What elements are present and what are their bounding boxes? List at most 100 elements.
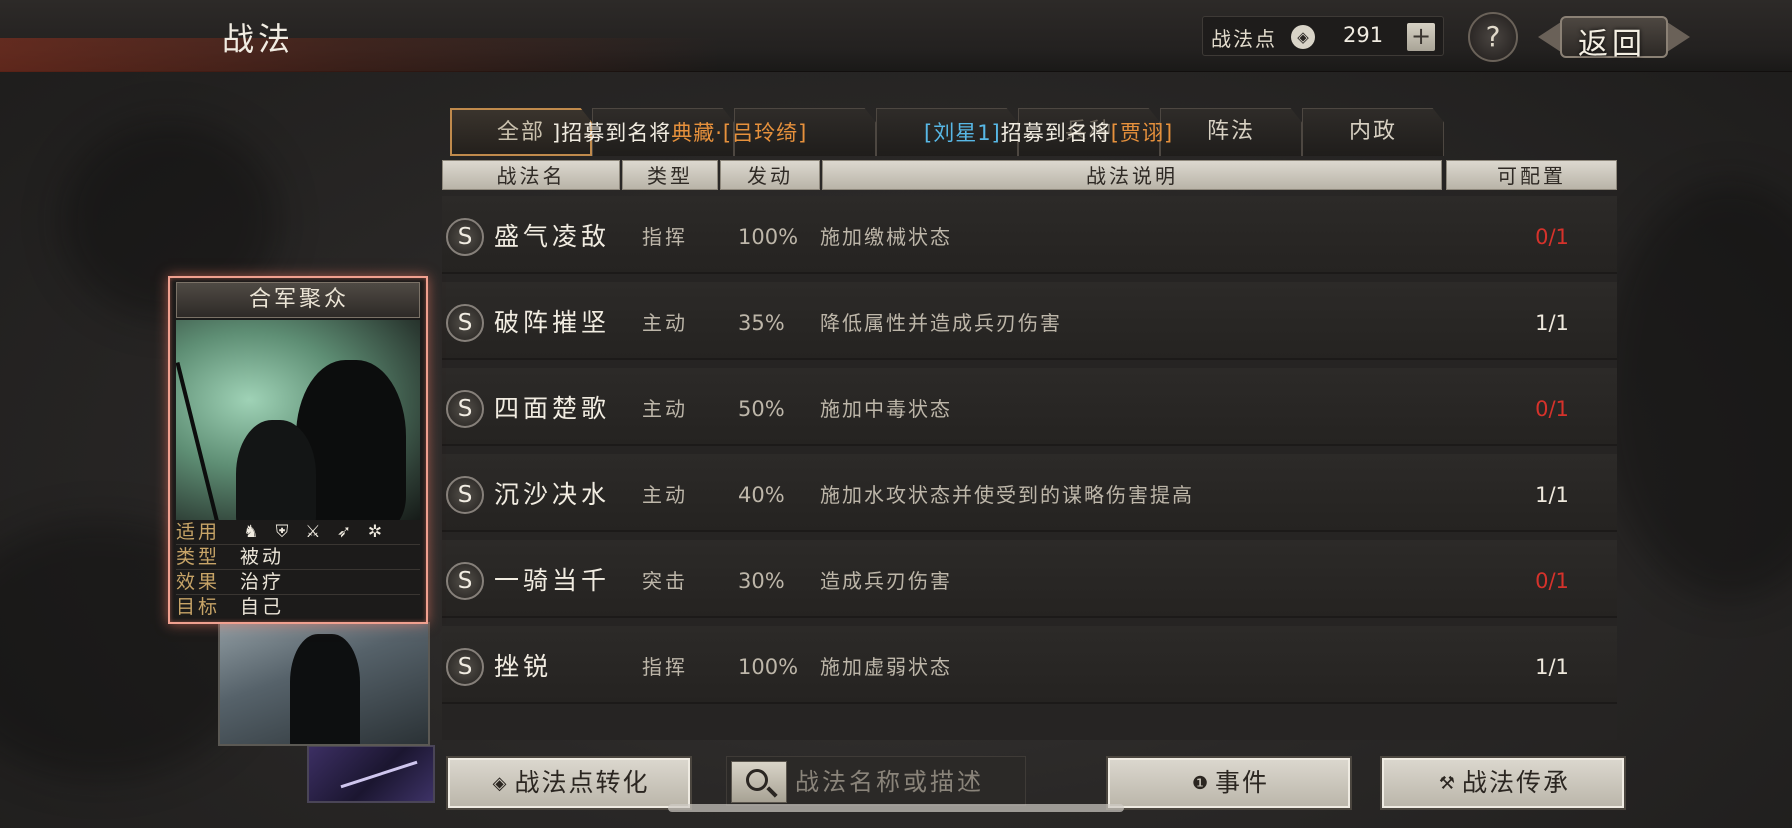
card-artwork [176,320,420,520]
tactic-name: 一骑当千 [494,566,611,595]
card-art-silhouette [290,634,360,744]
tactic-slots: 0/1 [1535,397,1569,421]
broadcast-2-part-1: [刘星1] [924,121,1001,145]
broadcast-1-part-2: 典藏·[吕玲绮] [671,121,808,145]
tactic-rate: 100% [738,225,799,249]
broadcast-2-part-2: 招募到名将 [1000,121,1111,145]
tactic-description: 降低属性并造成兵刃伤害 [820,311,1062,335]
card-type-row: 类型 被动 [176,545,420,570]
tactic-rate: 30% [738,569,785,593]
event-button[interactable]: ❶ 事件 [1106,756,1352,810]
rank-s-badge: S [446,304,484,342]
tactic-description: 施加中毒状态 [820,397,952,421]
tactic-rate: 100% [738,655,799,679]
tactic-slots: 0/1 [1535,569,1569,593]
tactic-name: 挫锐 [494,652,553,681]
card-title: 合军聚众 [248,287,349,312]
search-box [726,756,1026,806]
tactic-card-back-1[interactable] [218,622,430,746]
home-indicator[interactable] [668,804,1124,812]
wheel-icon: ✲ [367,522,383,542]
tactic-description: 施加虚弱状态 [820,655,952,679]
tactic-rate: 35% [738,311,785,335]
tab-domestic[interactable]: 内政 [1302,108,1444,156]
rank-s-badge: S [446,390,484,428]
tactic-inherit-label: 战法传承 [1461,768,1570,797]
effect-value: 治疗 [240,571,285,593]
card-target-row: 目标 自己 [176,595,420,620]
rank-s-badge: S [446,562,484,600]
tactic-description: 造成兵刃伤害 [820,569,952,593]
tactic-type: 主动 [642,397,688,421]
search-button[interactable] [731,761,787,803]
tactic-name: 盛气凌敌 [494,222,611,251]
help-button[interactable]: ? [1468,12,1518,62]
tactic-points-display: 战法点 ◈ 291 + [1202,16,1444,56]
tactics-list[interactable]: S 盛气凌敌 指挥 100% 施加缴械状态 0/1 S 破阵摧坚 主动 35% … [442,196,1617,740]
add-points-button[interactable]: + [1407,23,1435,51]
column-header-name[interactable]: 战法名 [442,160,620,190]
broadcast-message-2: [刘星1]招募到名将[贾诩] [924,117,1173,147]
rank-s-badge: S [446,476,484,514]
tactic-slots: 1/1 [1535,311,1569,335]
target-label: 目标 [176,596,221,618]
tactic-points-label: 战法点 [1211,27,1277,51]
tactic-type: 突击 [642,569,688,593]
back-button[interactable]: 返回 [1536,12,1692,62]
tactic-card-back-2[interactable] [307,745,435,803]
effect-label: 效果 [176,571,221,593]
table-row[interactable]: S 破阵摧坚 主动 35% 降低属性并造成兵刃伤害 1/1 [442,282,1617,360]
search-icon-handle [766,786,778,798]
column-header-type[interactable]: 类型 [622,160,718,190]
tab-formation[interactable]: 阵法 [1160,108,1302,156]
art-spear [176,362,221,520]
search-icon [746,769,768,791]
table-row[interactable]: S 挫锐 指挥 100% 施加虚弱状态 1/1 [442,626,1617,704]
card-title-bar: 合军聚众 [176,282,420,318]
back-label: 返回 [1578,27,1646,62]
column-header-description: 战法说明 [822,160,1442,190]
tactic-name: 四面楚歌 [494,394,611,423]
column-header-slots[interactable]: 可配置 [1446,160,1617,190]
shield-icon: ⛨ [275,522,289,542]
tactic-slots: 1/1 [1535,655,1569,679]
broadcast-2-part-3: [贾诩] [1110,121,1174,145]
card-art-stroke [340,760,418,789]
convert-points-button[interactable]: ◈ 战法点转化 [446,756,692,810]
apply-label: 适用 [176,521,221,543]
tactic-name: 沉沙决水 [494,480,611,509]
broadcast-1-part-1: ]招募到名将 [552,121,672,145]
tactic-rate: 50% [738,397,785,421]
table-row[interactable]: S 沉沙决水 主动 40% 施加水攻状态并使受到的谋略伤害提高 1/1 [442,454,1617,532]
ink-drop-icon: ◈ [1291,25,1315,49]
search-input[interactable] [795,761,1019,803]
card-apply-row: 适用 ♞ ⛨ ⚔ ➶ ✲ [176,520,420,545]
tactic-card[interactable]: 合军聚众 适用 ♞ ⛨ ⚔ ➶ ✲ 类型 被动 效果 治疗 目标 自己 [168,276,428,624]
alert-book-icon: ❶ [1191,773,1211,794]
tactic-type: 指挥 [642,655,688,679]
table-row[interactable]: S 盛气凌敌 指挥 100% 施加缴械状态 0/1 [442,196,1617,274]
page-title: 战法 [222,20,295,58]
tactic-slots: 1/1 [1535,483,1569,507]
table-header: 战法名 类型 发动 战法说明 可配置 [442,160,1617,190]
column-header-rate[interactable]: 发动 [720,160,820,190]
tactic-description: 施加缴械状态 [820,225,952,249]
spear-icon: ➶ [336,522,352,542]
tactic-rate: 40% [738,483,785,507]
top-bar: 战法 战法点 ◈ 291 + ? 返回 [0,0,1792,72]
type-value: 被动 [240,546,285,568]
crossed-bows-icon: ⚔ [305,522,321,542]
art-figure-soldier [236,420,316,520]
type-label: 类型 [176,546,221,568]
convert-points-label: 战法点转化 [514,768,650,797]
tactic-type: 主动 [642,311,688,335]
rank-s-badge: S [446,648,484,686]
target-value: 自己 [240,596,285,618]
tactic-type: 主动 [642,483,688,507]
tactic-inherit-button[interactable]: ⚒ 战法传承 [1380,756,1626,810]
tactic-type: 指挥 [642,225,688,249]
table-row[interactable]: S 一骑当千 突击 30% 造成兵刃伤害 0/1 [442,540,1617,618]
broadcast-message-1: ]招募到名将典藏·[吕玲绮] [552,117,807,147]
tactic-description: 施加水攻状态并使受到的谋略伤害提高 [820,483,1194,507]
table-row[interactable]: S 四面楚歌 主动 50% 施加中毒状态 0/1 [442,368,1617,446]
